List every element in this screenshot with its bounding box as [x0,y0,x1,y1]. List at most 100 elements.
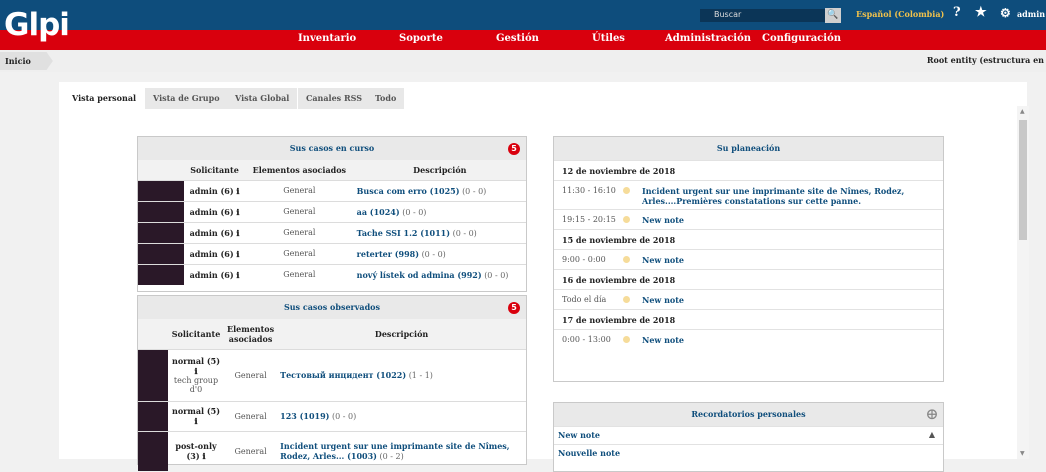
ticket-link[interactable]: Tache SSI 1.2 (1011) [357,228,450,238]
entity-selector[interactable]: Root entity (estructura en [927,55,1044,65]
table-row[interactable]: post-only (3) ℹ General Incident urgent su… [138,430,526,471]
star-icon[interactable]: ★ [975,6,987,20]
ticket-counts: (0 - 0) [462,186,487,196]
scroll-up-icon[interactable]: ▲ [1020,108,1025,115]
tab-vista-global[interactable]: Vista Global [227,88,298,109]
reminder-item[interactable]: New note [558,430,600,440]
ticket-link[interactable]: 123 (1019) [280,411,329,421]
breadcrumb[interactable]: Inicio [0,52,53,70]
requester-name[interactable]: normal (5) ℹ [171,356,221,376]
menu-utiles[interactable]: Útiles [592,32,625,46]
element-cell: General [245,179,354,201]
requester-cell[interactable]: admin (6) ℹ [184,200,245,222]
column-header: Elementos asociados [245,160,354,180]
event-link[interactable]: New note [642,293,935,305]
menu-gestion[interactable]: Gestión [496,32,539,46]
language-selector[interactable]: Español (Colombia) [856,9,944,19]
requester-cell: normal (5) ℹ tech group d'0 [168,348,224,401]
element-cell: General [224,400,278,431]
table-row[interactable]: admin (6) ℹ General nový lístek od admina … [138,263,526,285]
ticket-link[interactable]: Тестовый инцидент (1022) [280,370,406,380]
add-reminder-icon[interactable]: ⨁ [927,403,937,426]
tab-canales-rss[interactable]: Canales RSS [298,88,370,109]
column-header: Descripción [277,319,526,349]
observed-cases-title[interactable]: Sus casos observados [284,302,380,312]
scroll-down-icon[interactable]: ▼ [1020,450,1025,457]
table-row[interactable]: normal (5) ℹ tech group d'0 General Тестовы… [138,348,526,401]
pin-icon[interactable]: ▲ [929,430,935,439]
observed-cases-panel: Sus casos observados 5 Solicitante Element… [137,295,527,471]
ticket-link[interactable]: reterter (998) [357,249,419,259]
requester-cell: post-only (3) ℹ [168,430,224,471]
planning-date: 16 de noviembre de 2018 [554,269,943,289]
tab-todo[interactable]: Todo [367,88,405,109]
element-cell: General [245,200,354,222]
user-menu[interactable]: admin [1017,9,1045,19]
element-cell: General [224,348,278,401]
planning-event[interactable]: Todo el día New note [554,289,943,309]
event-link[interactable]: New note [642,253,935,265]
event-link[interactable]: New note [642,333,935,345]
ticket-counts: (0 - 0) [484,270,509,280]
event-time: 0:00 - 13:00 [562,335,611,344]
observed-cases-count: 5 [508,302,520,314]
ticket-link[interactable]: aa (1024) [357,207,400,217]
planning-date: 15 de noviembre de 2018 [554,229,943,249]
planning-event[interactable]: 11:30 - 16:10 Incident urgent sur une imp… [554,180,943,209]
description-cell: aa (1024) (0 - 0) [353,200,526,222]
planning-title[interactable]: Su planeación [717,143,780,153]
menu-configuracion[interactable]: Configuración [762,32,841,46]
description-cell: Tache SSI 1.2 (1011) (0 - 0) [353,221,526,243]
help-icon[interactable]: ? [953,6,961,20]
scrollbar[interactable]: ▲ ▼ [1017,106,1029,459]
ticket-counts: (0 - 0) [332,412,357,421]
planning-date: 17 de noviembre de 2018 [554,309,943,329]
requester-name[interactable]: normal (5) ℹ [171,406,221,426]
ticket-status-cell [138,430,168,471]
description-cell: nový lístek od admina (992) (0 - 0) [353,263,526,285]
event-dot-icon [623,256,630,263]
tab-vista-personal[interactable]: Vista personal [64,88,145,109]
main-content: Vista personal Vista de Grupo Vista Glob… [59,82,1027,472]
column-header: Solicitante [168,319,224,349]
table-row[interactable]: normal (5) ℹ General 123 (1019) (0 - 0) [138,400,526,431]
element-cell: General [245,263,354,285]
search-icon[interactable]: 🔍 [825,8,841,23]
table-row[interactable]: admin (6) ℹ General reterter (998) (0 - 0) [138,242,526,264]
reminders-panel: Recordatorios personales ⨁ New note ▲ Nouv… [553,402,944,472]
element-cell: General [224,430,278,471]
search-input[interactable]: Buscar [700,9,825,22]
event-link[interactable]: New note [642,213,935,225]
ticket-link[interactable]: nový lístek od admina (992) [357,270,482,280]
scrollbar-thumb[interactable] [1019,120,1027,240]
ticket-counts: (0 - 0) [402,207,427,217]
menu-inventario[interactable]: Inventario [298,32,356,46]
breadcrumb-bar [0,50,1046,72]
reminder-item[interactable]: Nouvelle note [558,448,620,458]
requester-cell[interactable]: admin (6) ℹ [184,263,245,285]
ticket-status-cell [138,348,168,401]
requester-cell[interactable]: admin (6) ℹ [184,221,245,243]
event-time: 11:30 - 16:10 [562,186,616,195]
planning-event[interactable]: 0:00 - 13:00 New note [554,329,943,349]
planning-event[interactable]: 9:00 - 0:00 New note [554,249,943,269]
glpi-logo[interactable]: Glpi [4,6,74,46]
table-row[interactable]: admin (6) ℹ General aa (1024) (0 - 0) [138,200,526,222]
requester-cell[interactable]: admin (6) ℹ [184,179,245,201]
menu-soporte[interactable]: Soporte [399,32,443,46]
event-dot-icon [623,336,630,343]
menu-administracion[interactable]: Administración [665,32,751,46]
ticket-counts: (0 - 0) [421,249,446,259]
requester-name[interactable]: post-only (3) ℹ [171,441,221,461]
table-row[interactable]: admin (6) ℹ General Tache SSI 1.2 (1011) (… [138,221,526,243]
current-cases-title[interactable]: Sus casos en curso [290,143,375,153]
reminders-title[interactable]: Recordatorios personales [691,409,805,419]
planning-event[interactable]: 19:15 - 20:15 New note [554,209,943,229]
tab-vista-de-grupo[interactable]: Vista de Grupo [145,88,228,109]
event-link[interactable]: Incident urgent sur une imprimante site … [642,184,935,206]
gear-icon[interactable]: ⚙ [1000,6,1011,20]
ticket-link[interactable]: Busca com erro (1025) [357,186,460,196]
table-row[interactable]: admin (6) ℹ General Busca com erro (1025) … [138,179,526,201]
requester-cell[interactable]: admin (6) ℹ [184,242,245,264]
event-time: 9:00 - 0:00 [562,255,606,264]
